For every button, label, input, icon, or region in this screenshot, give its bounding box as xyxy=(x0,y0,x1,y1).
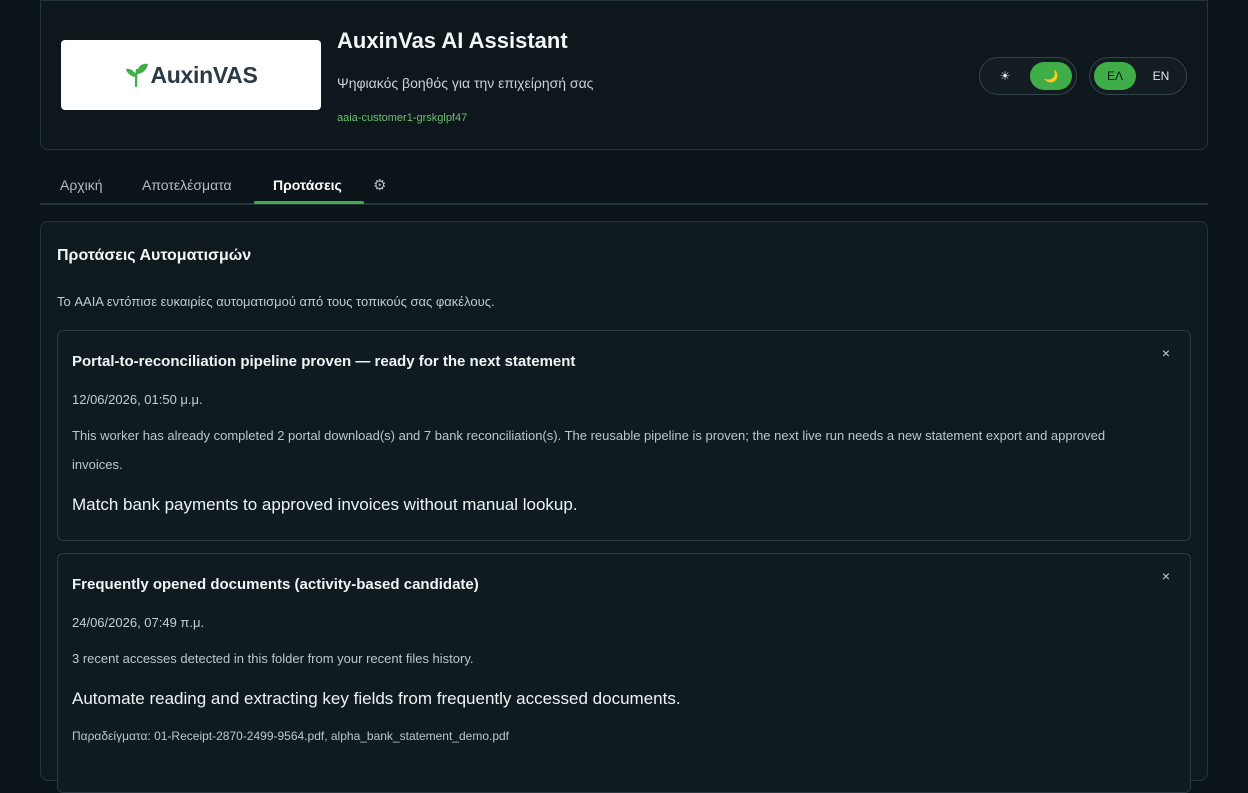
suggestions-panel: Προτάσεις Αυτοματισμών Το AAIA εντόπισε … xyxy=(40,221,1208,793)
sun-icon: ☀ xyxy=(999,69,1011,83)
language-en-button[interactable]: EN xyxy=(1140,62,1182,90)
dark-theme-button[interactable]: 🌙 xyxy=(1030,62,1072,90)
card-goal: Match bank payments to approved invoices… xyxy=(72,495,578,514)
suggestion-card: Frequently opened documents (activity-ba… xyxy=(57,553,1191,793)
language-el-button[interactable]: ΕΛ xyxy=(1094,62,1136,90)
language-toggle: ΕΛ EN xyxy=(1089,57,1187,95)
panel-title: Προτάσεις Αυτοματισμών xyxy=(57,247,252,264)
close-icon[interactable]: × xyxy=(1158,345,1174,361)
panel-description: Το AAIA εντόπισε ευκαιρίες αυτοματισμού … xyxy=(57,294,495,309)
company-logo: AuxinVAS xyxy=(61,40,321,110)
tab-suggestions[interactable]: Προτάσεις xyxy=(273,164,342,205)
tab-settings[interactable]: ⚙ xyxy=(373,164,386,205)
card-date: 12/06/2026, 01:50 μ.μ. xyxy=(72,392,203,407)
logo-text: AuxinVAS xyxy=(150,61,258,88)
suggestion-card: Portal-to-reconciliation pipeline proven… xyxy=(57,330,1191,541)
light-theme-button[interactable]: ☀ xyxy=(984,62,1026,90)
gear-icon: ⚙ xyxy=(373,176,387,194)
card-body: This worker has already completed 2 port… xyxy=(72,428,1106,472)
card-examples: Παραδείγματα: 01-Receipt-2870-2499-9564.… xyxy=(72,729,510,743)
moon-icon: 🌙 xyxy=(1043,69,1059,83)
app-title: AuxinVas AI Assistant xyxy=(337,28,568,53)
card-date: 24/06/2026, 07:49 π.μ. xyxy=(72,615,205,630)
leaf-icon xyxy=(126,63,149,88)
main-tabs: Αρχική Αποτελέσματα Προτάσεις ⚙ xyxy=(40,164,1208,205)
app-subtitle: Ψηφιακός βοηθός για την επιχείρησή σας xyxy=(337,75,594,91)
card-title: Frequently opened documents (activity-ba… xyxy=(72,576,479,593)
active-tab-indicator xyxy=(254,201,364,204)
card-body: 3 recent accesses detected in this folde… xyxy=(72,651,474,666)
tab-home[interactable]: Αρχική xyxy=(60,164,103,205)
tab-results[interactable]: Αποτελέσματα xyxy=(142,164,232,205)
theme-toggle: ☀ 🌙 xyxy=(979,57,1077,95)
card-title: Portal-to-reconciliation pipeline proven… xyxy=(72,353,576,370)
close-icon[interactable]: × xyxy=(1158,568,1174,584)
instance-id: aaia-customer1-grskglpf47 xyxy=(337,112,468,124)
app-header: AuxinVAS AuxinVas AI Assistant Ψηφιακός … xyxy=(40,0,1208,150)
card-goal: Automate reading and extracting key fiel… xyxy=(72,689,681,708)
